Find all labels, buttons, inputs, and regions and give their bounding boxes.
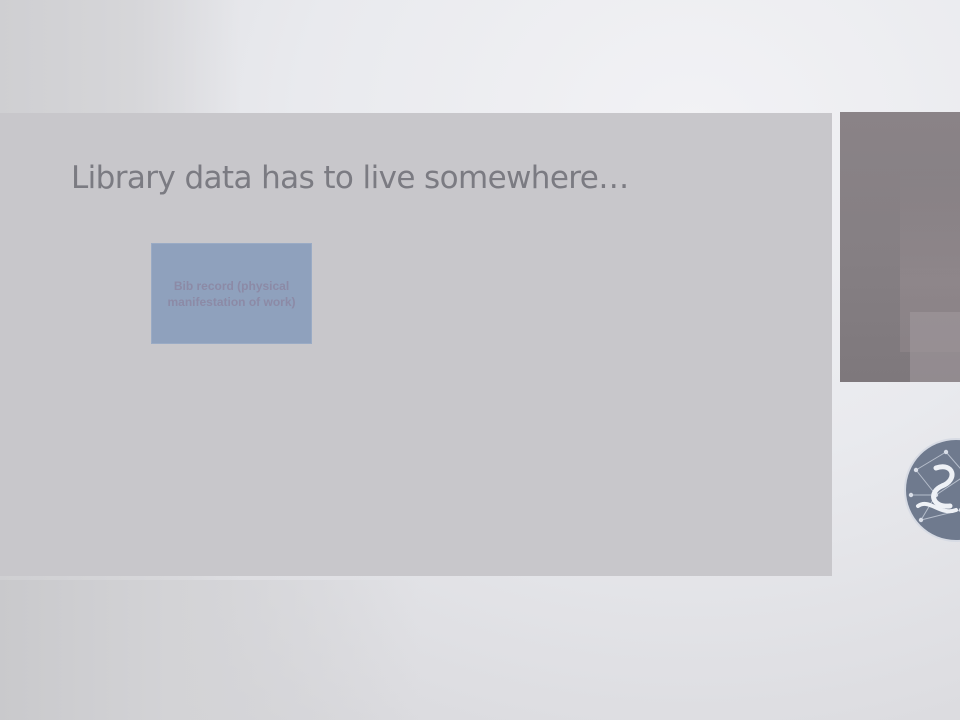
bib-record-label: Bib record (physical manifestation of wo… (167, 279, 296, 309)
background-shade-bottom (0, 580, 420, 720)
network-globe-logo-icon (906, 440, 960, 540)
slide: Library data has to live somewhere… Bib … (0, 0, 960, 720)
photo-shape-lower (910, 312, 960, 382)
slide-title: Library data has to live somewhere… (71, 160, 629, 196)
photo-panel (840, 112, 960, 382)
bib-record-box: Bib record (physical manifestation of wo… (151, 243, 312, 344)
